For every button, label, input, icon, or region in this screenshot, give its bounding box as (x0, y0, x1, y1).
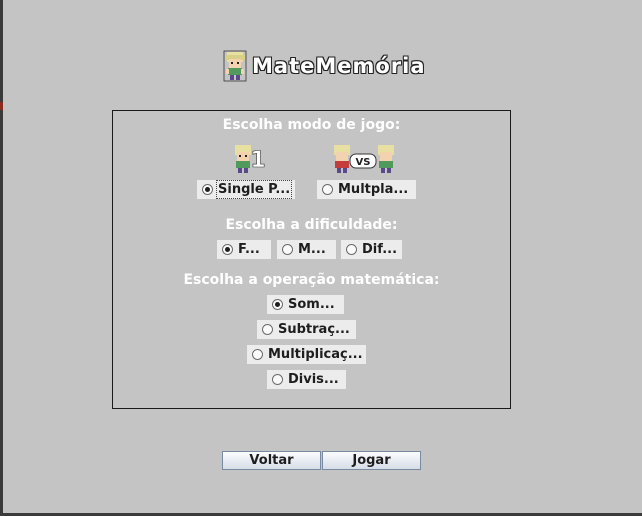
radio-difficulty-hard-label: Dif... (362, 242, 398, 257)
play-button[interactable]: Jogar (322, 451, 421, 470)
radio-single-player-label: Single P... (215, 180, 293, 199)
app-title-text: MateMemória (252, 54, 426, 78)
radio-single-player[interactable]: Single P... (197, 180, 295, 199)
radio-operation-division-label: Divis... (288, 372, 339, 387)
window-left-edge (0, 0, 3, 516)
radio-dot (322, 184, 333, 195)
single-player-icon: 1 (235, 145, 266, 173)
radio-difficulty-easy-label: F... (238, 242, 260, 257)
radio-dot-selected (272, 299, 283, 310)
radio-dot (346, 244, 357, 255)
radio-dot (282, 244, 293, 255)
options-panel (112, 110, 511, 409)
multiplayer-vs-icon: VS (334, 145, 394, 173)
back-button[interactable]: Voltar (222, 451, 321, 470)
radio-operation-multiplication-label: Multiplicaç... (268, 347, 363, 362)
radio-dot-selected (202, 184, 213, 195)
radio-operation-addition-label: Som... (288, 297, 335, 312)
difficulty-heading: Escolha a dificuldade: (225, 217, 398, 233)
operation-heading: Escolha a operação matemática: (183, 272, 440, 288)
mode-heading: Escolha modo de jogo: (222, 117, 401, 133)
radio-operation-division[interactable]: Divis... (267, 370, 346, 389)
radio-dot-selected (222, 244, 233, 255)
radio-operation-multiplication[interactable]: Multiplicaç... (247, 345, 366, 364)
app-title: MateMemória (222, 50, 426, 82)
radio-difficulty-hard[interactable]: Dif... (341, 240, 402, 259)
radio-dot (252, 349, 263, 360)
radio-operation-addition[interactable]: Som... (267, 295, 344, 314)
radio-dot (272, 374, 283, 385)
radio-difficulty-medium-label: M... (298, 242, 326, 257)
radio-difficulty-medium[interactable]: M... (277, 240, 336, 259)
radio-operation-subtraction-label: Subtraç... (278, 322, 350, 337)
radio-multiplayer-label: Multpla... (338, 182, 409, 197)
character-sprite-icon (223, 50, 247, 82)
single-icon-number: 1 (250, 148, 265, 173)
radio-operation-subtraction[interactable]: Subtraç... (257, 320, 356, 339)
vs-text: VS (356, 157, 371, 168)
edge-mark (0, 102, 3, 110)
radio-difficulty-easy[interactable]: F... (217, 240, 271, 259)
radio-multiplayer[interactable]: Multpla... (317, 180, 416, 199)
radio-dot (262, 324, 273, 335)
